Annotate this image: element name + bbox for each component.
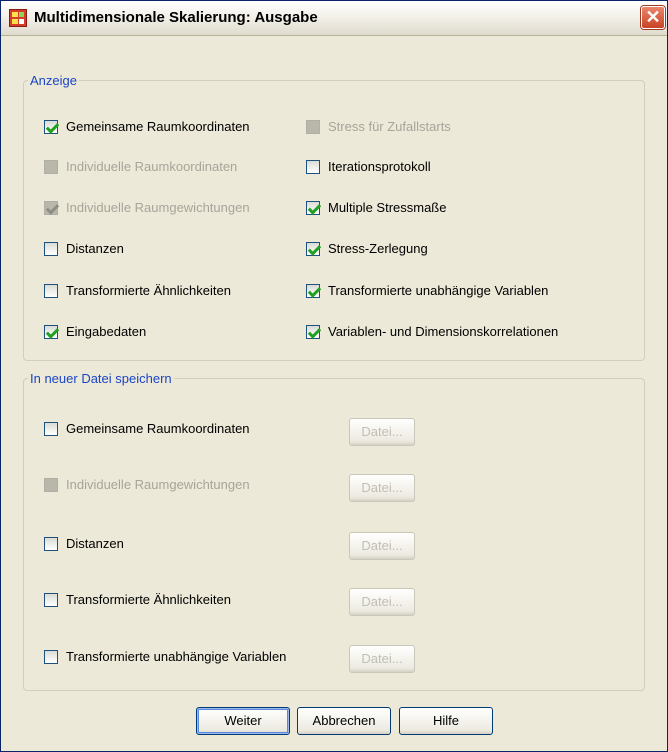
checkbox-box[interactable] [306, 159, 320, 174]
checkbox-stress-decomposition[interactable]: Stress-Zerlegung [306, 241, 428, 256]
checkbox-box[interactable] [44, 592, 58, 607]
display-group: Anzeige [23, 73, 645, 361]
checkbox-save-transformed-independent-vars[interactable]: Transformierte unabhängige Variablen [44, 649, 286, 664]
checkbox-multiple-stress[interactable]: Multiple Stressmaße [306, 200, 446, 215]
checkbox-individual-weights[interactable]: Individuelle Raumgewichtungen [44, 200, 250, 215]
checkbox-box[interactable] [306, 200, 320, 215]
checkbox-box[interactable] [306, 283, 320, 298]
checkbox-box[interactable] [44, 477, 58, 492]
checkbox-box[interactable] [306, 324, 320, 339]
checkbox-box[interactable] [44, 200, 58, 215]
checkbox-label: Gemeinsame Raumkoordinaten [66, 421, 250, 436]
checkbox-input-data[interactable]: Eingabedaten [44, 324, 146, 339]
checkbox-individual-space[interactable]: Individuelle Raumkoordinaten [44, 159, 237, 174]
close-button[interactable]: ✕ [641, 6, 665, 29]
checkbox-label: Transformierte Ähnlichkeiten [66, 592, 231, 607]
save-group: In neuer Datei speichern [23, 371, 645, 691]
checkbox-save-individual-weights[interactable]: Individuelle Raumgewichtungen [44, 477, 250, 492]
file-button-transformed-proximities[interactable]: Datei... [349, 588, 415, 616]
checkbox-label: Transformierte unabhängige Variablen [66, 649, 287, 664]
checkbox-box[interactable] [44, 649, 58, 664]
help-button[interactable]: Hilfe [399, 707, 493, 735]
app-icon [9, 9, 27, 27]
dialog-window: Multidimensionale Skalierung: Ausgabe ✕ … [0, 0, 668, 752]
checkbox-box[interactable] [44, 536, 58, 551]
checkbox-box[interactable] [44, 241, 58, 256]
checkbox-distances[interactable]: Distanzen [44, 241, 124, 256]
checkbox-iteration-history[interactable]: Iterationsprotokoll [306, 159, 431, 174]
checkbox-label: Transformierte Ähnlichkeiten [66, 283, 231, 298]
checkbox-label: Gemeinsame Raumkoordinaten [66, 119, 250, 134]
title-bar: Multidimensionale Skalierung: Ausgabe ✕ [1, 1, 667, 36]
save-group-legend: In neuer Datei speichern [30, 371, 172, 386]
checkbox-save-distances[interactable]: Distanzen [44, 536, 124, 551]
file-button-common-space[interactable]: Datei... [349, 418, 415, 446]
checkbox-label: Stress für Zufallstarts [328, 119, 451, 134]
checkbox-common-space[interactable]: Gemeinsame Raumkoordinaten [44, 119, 250, 134]
checkbox-label: Multiple Stressmaße [328, 200, 447, 215]
checkbox-transformed-proximities[interactable]: Transformierte Ähnlichkeiten [44, 283, 231, 298]
checkbox-box[interactable] [44, 283, 58, 298]
checkbox-box[interactable] [306, 119, 320, 134]
checkbox-box[interactable] [44, 421, 58, 436]
checkbox-transformed-independent-vars[interactable]: Transformierte unabhängige Variablen [306, 283, 548, 298]
checkbox-label: Stress-Zerlegung [328, 241, 428, 256]
file-button-distances[interactable]: Datei... [349, 532, 415, 560]
file-button-transformed-independent-vars[interactable]: Datei... [349, 645, 415, 673]
checkbox-label: Distanzen [66, 241, 124, 256]
checkbox-label: Individuelle Raumgewichtungen [66, 200, 250, 215]
checkbox-box[interactable] [44, 159, 58, 174]
checkbox-variable-dimension-correlations[interactable]: Variablen- und Dimensionskorrelationen [306, 324, 558, 339]
checkbox-save-common-space[interactable]: Gemeinsame Raumkoordinaten [44, 421, 250, 436]
checkbox-label: Iterationsprotokoll [328, 159, 431, 174]
checkbox-label: Individuelle Raumgewichtungen [66, 477, 250, 492]
checkbox-label: Eingabedaten [66, 324, 147, 339]
continue-button[interactable]: Weiter [196, 707, 290, 735]
checkbox-label: Individuelle Raumkoordinaten [66, 159, 238, 174]
file-button-individual-weights[interactable]: Datei... [349, 474, 415, 502]
dialog-title: Multidimensionale Skalierung: Ausgabe [34, 9, 318, 26]
checkbox-label: Variablen- und Dimensionskorrelationen [328, 324, 559, 339]
cancel-button[interactable]: Abbrechen [297, 707, 391, 735]
checkbox-save-transformed-proximities[interactable]: Transformierte Ähnlichkeiten [44, 592, 231, 607]
checkbox-label: Transformierte unabhängige Variablen [328, 283, 549, 298]
checkbox-box[interactable] [44, 119, 58, 134]
checkbox-box[interactable] [44, 324, 58, 339]
checkbox-box[interactable] [306, 241, 320, 256]
checkbox-stress-random-starts[interactable]: Stress für Zufallstarts [306, 119, 451, 134]
checkbox-label: Distanzen [66, 536, 124, 551]
display-group-legend: Anzeige [30, 73, 77, 88]
